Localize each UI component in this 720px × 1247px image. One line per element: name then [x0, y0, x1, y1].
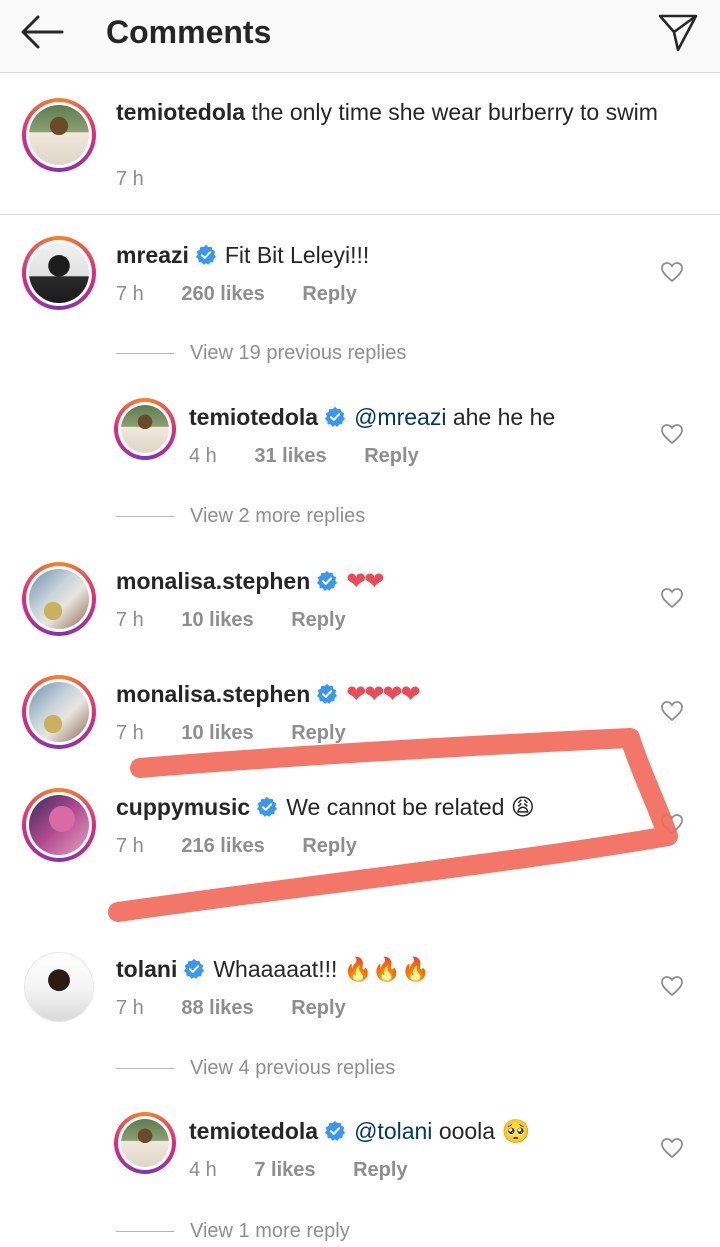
heart-icon[interactable] [660, 812, 684, 836]
reply-button[interactable]: Reply [353, 1159, 407, 1181]
post-caption: temiotedola the only time she wear burbe… [0, 74, 720, 215]
avatar[interactable] [24, 952, 94, 1022]
avatar[interactable] [22, 675, 96, 749]
verified-badge-icon [184, 958, 205, 979]
caption-body: the only time she wear burberry to swim [251, 99, 658, 125]
comment-time: 7 h [116, 722, 144, 744]
heart-icon[interactable] [660, 586, 684, 610]
view-previous-replies[interactable]: View 19 previous replies [116, 342, 406, 365]
view-replies-label: View 1 more reply [190, 1220, 350, 1242]
page-title: Comments [106, 14, 272, 50]
reply-button[interactable]: Reply [291, 722, 345, 744]
comment-username[interactable]: temiotedola [189, 1118, 318, 1144]
caption-username[interactable]: temiotedola [116, 99, 245, 125]
avatar[interactable] [114, 398, 176, 460]
heart-icon[interactable] [660, 974, 684, 998]
verified-badge-icon [324, 1120, 346, 1141]
verified-badge-icon [257, 796, 278, 817]
verified-badge-icon [317, 570, 338, 591]
comment-time: 7 h [116, 835, 144, 857]
comment-text: ❤❤ [346, 567, 384, 595]
comment-time: 7 h [116, 283, 144, 305]
top-bar: Comments [0, 0, 720, 73]
reply-button[interactable]: Reply [364, 445, 418, 467]
heart-icon[interactable] [660, 422, 684, 446]
comment-likes[interactable]: 31 likes [254, 445, 326, 467]
comment-username[interactable]: cuppymusic [116, 794, 250, 820]
reply-button[interactable]: Reply [302, 283, 356, 305]
mention-link[interactable]: @tolani [354, 1118, 432, 1144]
view-previous-replies[interactable]: View 4 previous replies [116, 1057, 395, 1080]
comment-likes[interactable]: 10 likes [181, 722, 253, 744]
verified-badge-icon [195, 244, 216, 265]
comment-time: 7 h [116, 997, 144, 1019]
comment-likes[interactable]: 10 likes [181, 609, 253, 631]
avatar[interactable] [114, 1112, 176, 1174]
arrow-left-icon[interactable] [18, 12, 66, 52]
view-replies-label: View 2 more replies [190, 505, 366, 527]
divider [116, 1231, 174, 1233]
avatar[interactable] [22, 98, 96, 172]
avatar[interactable] [22, 236, 96, 310]
caption-time: 7 h [116, 168, 144, 190]
heart-icon[interactable] [660, 699, 684, 723]
avatar[interactable] [22, 788, 96, 862]
verified-badge-icon [324, 406, 346, 427]
divider [116, 1068, 174, 1070]
view-more-replies[interactable]: View 2 more replies [116, 505, 365, 528]
comment-text: ❤❤❤❤ [346, 680, 420, 708]
comment-time: 7 h [116, 609, 144, 631]
avatar[interactable] [22, 562, 96, 636]
divider [116, 353, 174, 355]
comment-time: 4 h [189, 1159, 217, 1181]
comment-text: ahe he he [452, 404, 556, 430]
pleading-face-emoji: 🥺 [501, 1119, 531, 1145]
comment-username[interactable]: tolani [116, 956, 177, 982]
comment-likes[interactable]: 260 likes [181, 283, 264, 305]
comment-text: ooola [438, 1118, 496, 1144]
paper-plane-icon[interactable] [656, 10, 700, 54]
comment-text: Whaaaaat!!! [213, 956, 338, 982]
reply-button[interactable]: Reply [302, 835, 356, 857]
heart-icon[interactable] [660, 1136, 684, 1160]
weary-face-emoji: 😩 [510, 795, 535, 821]
divider [116, 516, 174, 518]
comment-text: Fit Bit Leleyi!!! [224, 242, 370, 268]
comment-username[interactable]: monalisa.stephen [116, 568, 310, 594]
comment-likes[interactable]: 7 likes [254, 1159, 315, 1181]
heart-icon[interactable] [660, 260, 684, 284]
reply-button[interactable]: Reply [291, 609, 345, 631]
comment-username[interactable]: monalisa.stephen [116, 681, 310, 707]
comment-likes[interactable]: 216 likes [181, 835, 264, 857]
reply-button[interactable]: Reply [291, 997, 345, 1019]
view-replies-label: View 19 previous replies [190, 342, 407, 364]
caption-text: temiotedola the only time she wear burbe… [116, 98, 676, 127]
comment-username[interactable]: temiotedola [189, 404, 318, 430]
comment-likes[interactable]: 88 likes [181, 997, 253, 1019]
fire-emoji: 🔥🔥🔥 [343, 957, 430, 983]
comment-username[interactable]: mreazi [116, 242, 189, 268]
view-more-replies[interactable]: View 1 more reply [116, 1220, 350, 1243]
mention-link[interactable]: @mreazi [354, 404, 446, 430]
comment-text: We cannot be related [286, 794, 505, 820]
view-replies-label: View 4 previous replies [190, 1057, 396, 1079]
comment-time: 4 h [189, 445, 217, 467]
verified-badge-icon [317, 683, 338, 704]
